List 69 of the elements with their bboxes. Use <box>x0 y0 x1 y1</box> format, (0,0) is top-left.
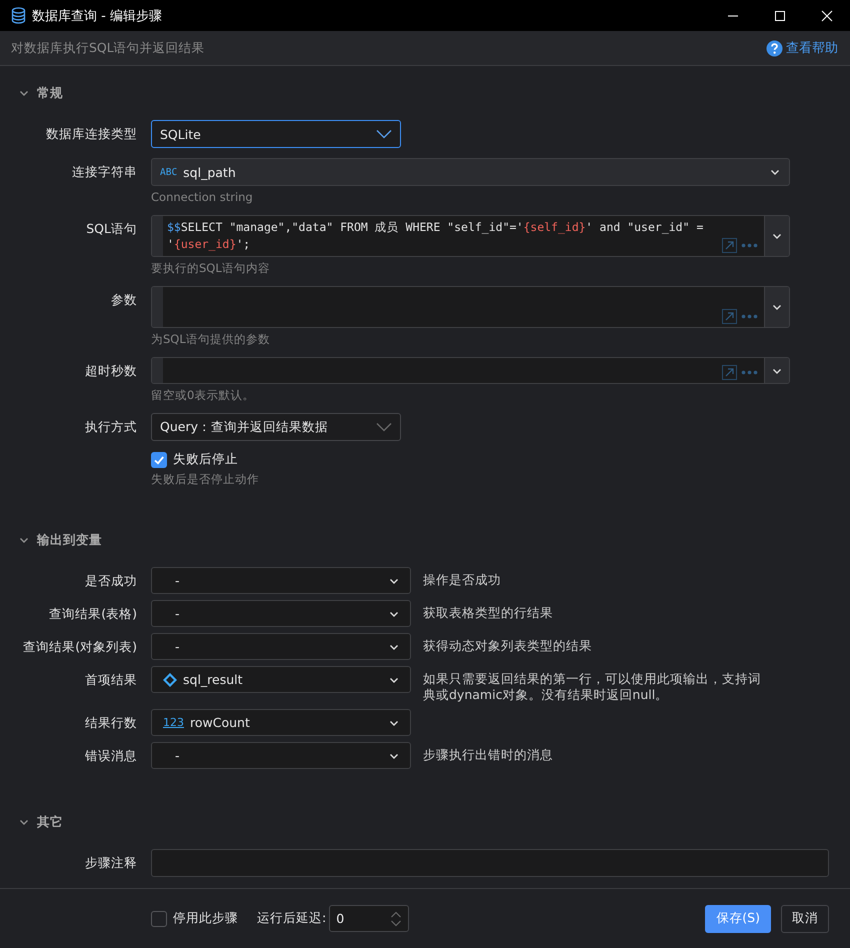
editor-gutter <box>152 358 163 383</box>
dropdown[interactable]: SQLite <box>151 120 401 148</box>
field-description: 操作是否成功 <box>423 571 501 588</box>
field-description: 如果只需要返回结果的第一行，可以使用此项输出，支持词典或dynamic对象。没有结果时返回null。 <box>423 670 762 703</box>
diamond-icon <box>163 672 177 686</box>
checkbox[interactable] <box>151 452 167 468</box>
spinner-arrows-icon[interactable] <box>390 910 402 926</box>
variable-dropdown[interactable]: sql_result <box>151 666 411 693</box>
field-hint: 为SQL语句提供的参数 <box>151 331 271 347</box>
number-field[interactable]: 0 <box>329 905 410 932</box>
sql-text: $$SELECT "manage","data" FROM 成员 WHERE "self_id"='{self_id}' and "user_id" = '{user_id}'; <box>167 219 704 253</box>
more-icon[interactable] <box>741 243 758 248</box>
field-hint: 要执行的SQL语句内容 <box>151 260 271 276</box>
more-icon[interactable] <box>741 370 758 375</box>
field-label: 运行后延迟: <box>257 910 326 927</box>
field-hint: Connection string <box>151 189 254 205</box>
field-label: 查询结果(表格) <box>48 605 137 623</box>
help-icon <box>766 40 783 56</box>
editor-gutter <box>152 287 163 327</box>
variable-dropdown[interactable]: - <box>151 633 411 660</box>
editor-gutter <box>152 216 163 256</box>
step-description: 对数据库执行SQL语句并返回结果 <box>11 40 206 56</box>
field-hint: 留空或0表示默认。 <box>151 387 256 403</box>
database-icon <box>11 7 26 24</box>
cancel-button[interactable]: 取消 <box>781 904 829 932</box>
checkbox-label: 失败后停止 <box>173 451 238 468</box>
field-label: 首项结果 <box>84 671 137 689</box>
section-title: 其它 <box>37 814 63 830</box>
field-label: 数据库连接类型 <box>45 125 137 143</box>
variable-dropdown[interactable]: ABC sql_path <box>151 158 790 186</box>
field-label: 查询结果(对象列表) <box>22 638 137 656</box>
field-description: 步骤执行出错时的消息 <box>423 746 553 763</box>
field-label: 超时秒数 <box>84 362 137 380</box>
field-label: 连接字符串 <box>71 163 137 181</box>
section-title: 常规 <box>37 84 63 102</box>
field-label: 参数 <box>110 291 137 309</box>
field-label: 是否成功 <box>84 572 137 590</box>
variable-dropdown[interactable]: - <box>151 567 411 594</box>
variable-dropdown[interactable]: - <box>151 742 411 769</box>
field-hint: 失败后是否停止动作 <box>151 471 260 487</box>
checkbox[interactable] <box>151 910 167 926</box>
dropdown-button[interactable] <box>764 358 789 383</box>
type-label: ABC <box>160 166 178 178</box>
maximize-icon <box>774 10 786 22</box>
check-icon <box>153 454 165 466</box>
dropdown[interactable]: Query：查询并返回结果数据 <box>151 413 401 441</box>
field-description: 获取表格类型的行结果 <box>423 604 553 621</box>
expand-icon[interactable] <box>722 238 737 253</box>
chevron-down-icon <box>376 129 392 139</box>
field-label: 错误消息 <box>84 747 137 765</box>
field-label: 步骤注释 <box>84 854 137 872</box>
chevron-down-icon <box>376 422 392 432</box>
field-label: 结果行数 <box>84 714 137 732</box>
variable-dropdown[interactable]: 123 rowCount <box>151 709 411 736</box>
window-title: 数据库查询 - 编辑步骤 <box>32 8 163 24</box>
variable-dropdown[interactable]: - <box>151 600 411 627</box>
field-description: 获得动态对象列表类型的结果 <box>423 637 592 654</box>
type-label: 123 <box>163 716 184 729</box>
expand-icon[interactable] <box>722 309 737 324</box>
field-label: 执行方式 <box>84 418 137 436</box>
code-editor[interactable]: $$SELECT "manage","data" FROM 成员 WHERE "self_id"='{self_id}' and "user_id" = '{user_id}'; <box>163 216 764 256</box>
expand-icon[interactable] <box>722 365 737 380</box>
section-title: 输出到变量 <box>37 532 102 548</box>
help-link[interactable]: 查看帮助 <box>766 39 838 57</box>
more-icon[interactable] <box>741 314 758 319</box>
input-field[interactable] <box>151 849 829 877</box>
close-icon <box>820 10 832 22</box>
field-label: SQL语句 <box>85 220 137 238</box>
checkbox-label: 停用此步骤 <box>173 910 238 927</box>
